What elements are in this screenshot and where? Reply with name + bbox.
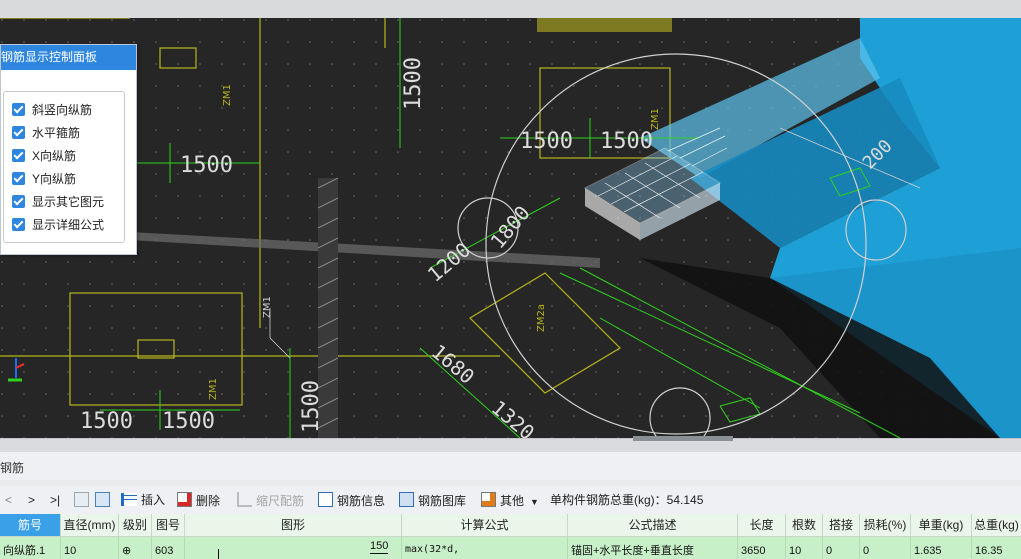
col-grade[interactable]: 级别 <box>119 514 152 537</box>
tag-zm1-a: ZM1 <box>222 84 233 106</box>
rebar-toolbar: < > >| 插入 删除 缩尺配筋 钢筋信息 钢筋图库 其他 ▼ 单构件钢筋总重(… <box>0 486 1021 514</box>
cell-diameter[interactable]: 10 <box>61 537 119 559</box>
col-diameter[interactable]: 直径(mm) <box>61 514 119 537</box>
col-length[interactable]: 长度 <box>738 514 786 537</box>
col-loss[interactable]: 损耗(%) <box>860 514 911 537</box>
insert-icon <box>121 493 137 506</box>
library-label: 钢筋图库 <box>418 494 467 508</box>
col-unit-weight[interactable]: 单重(kg) <box>911 514 972 537</box>
cell-grade[interactable]: ⊕ <box>119 537 152 559</box>
section-title: 钢筋 <box>0 461 25 475</box>
col-formula[interactable]: 计算公式 <box>402 514 568 537</box>
option-label: Y向纵筋 <box>32 172 77 186</box>
dim-1500-f: 1500 <box>401 57 426 110</box>
shape-tick <box>218 549 219 559</box>
cell-formula[interactable]: max(32*d, <box>402 537 568 559</box>
tag-zm1-c: ZM1 <box>208 378 219 400</box>
checkbox-icon[interactable] <box>12 195 25 208</box>
tag-zm2a: ZM2a <box>536 304 547 332</box>
settings-icon <box>481 492 496 507</box>
checkbox-icon[interactable] <box>12 218 25 231</box>
beam-top <box>537 18 672 32</box>
dim-1500-c: 1500 <box>162 409 215 434</box>
cell-rebar-no[interactable]: 向纵筋.1 <box>0 537 61 559</box>
arrow-up-icon <box>74 492 89 507</box>
cad-drawing[interactable]: 1500 1500 1500 1500 1500 1500 1500 1200 … <box>0 18 1021 438</box>
library-icon <box>399 492 414 507</box>
cell-unit-weight[interactable]: 1.635 <box>911 537 972 559</box>
shape-dimension: 150 <box>370 540 389 554</box>
move-up-button[interactable] <box>74 492 93 508</box>
cell-length[interactable]: 3650 <box>738 537 786 559</box>
option-label: 显示详细公式 <box>32 218 105 232</box>
cell-figure-no[interactable]: 603 <box>152 537 185 559</box>
cell-count[interactable]: 10 <box>786 537 823 559</box>
dim-1500-b: 1500 <box>80 409 133 434</box>
dim-1500-d: 1500 <box>520 129 573 154</box>
cell-total-weight[interactable]: 16.35 <box>972 537 1021 559</box>
option-other-elements[interactable]: 显示其它图元 <box>12 193 104 211</box>
delete-icon <box>177 492 192 507</box>
tag-zm1-d: ZM1 <box>262 296 273 318</box>
col-rebar-no[interactable]: 筋号 <box>0 514 61 537</box>
insert-label: 插入 <box>141 493 166 507</box>
cell-loss[interactable]: 0 <box>860 537 911 559</box>
col-lap[interactable]: 搭接 <box>823 514 860 537</box>
scale-rebar-button[interactable]: 缩尺配筋 <box>237 492 304 508</box>
rebar-display-panel: 钢筋显示控制面板 斜竖向纵筋 水平箍筋 X向纵筋 Y向纵筋 显示其它图元 显示详… <box>0 44 137 255</box>
document-icon <box>318 492 333 507</box>
other-menu-button[interactable]: 其他 ▼ <box>481 492 539 508</box>
cell-shape[interactable]: 150 <box>185 537 402 559</box>
arrow-down-icon <box>95 492 110 507</box>
delete-label: 删除 <box>196 494 221 508</box>
option-y-rebar[interactable]: Y向纵筋 <box>12 170 76 188</box>
insert-button[interactable]: 插入 <box>121 492 165 508</box>
rebar-info-button[interactable]: 钢筋信息 <box>318 492 385 508</box>
col-shape[interactable]: 图形 <box>185 514 402 537</box>
nav-prev-button[interactable]: < <box>5 492 12 508</box>
tag-zm1-b: ZM1 <box>650 108 661 130</box>
scale-label: 缩尺配筋 <box>256 494 305 508</box>
move-down-button[interactable] <box>95 492 114 508</box>
col-count[interactable]: 根数 <box>786 514 823 537</box>
options-box: 斜竖向纵筋 水平箍筋 X向纵筋 Y向纵筋 显示其它图元 显示详细公式 <box>3 91 125 243</box>
horizontal-scrollbar[interactable] <box>633 436 733 441</box>
cad-viewport[interactable]: 1500 1500 1500 1500 1500 1500 1500 1200 … <box>0 18 1021 438</box>
total-weight-text: 单构件钢筋总重(kg)：54.145 <box>550 493 704 507</box>
option-slanted-rebar[interactable]: 斜竖向纵筋 <box>12 101 92 119</box>
option-label: 显示其它图元 <box>32 195 105 209</box>
option-label: 斜竖向纵筋 <box>32 103 93 117</box>
option-x-rebar[interactable]: X向纵筋 <box>12 147 76 165</box>
table-row[interactable]: 向纵筋.1 10 ⊕ 603 150 max(32*d, 锚固+水平长度+垂直长… <box>0 537 1021 559</box>
option-label: X向纵筋 <box>32 149 77 163</box>
option-label: 水平箍筋 <box>32 126 81 140</box>
rebar-library-button[interactable]: 钢筋图库 <box>399 492 466 508</box>
nav-next-button[interactable]: > <box>28 492 35 508</box>
checkbox-icon[interactable] <box>12 103 25 116</box>
option-detail-formula[interactable]: 显示详细公式 <box>12 216 104 234</box>
checkbox-icon[interactable] <box>12 126 25 139</box>
cell-lap[interactable]: 0 <box>823 537 860 559</box>
info-label: 钢筋信息 <box>337 494 386 508</box>
option-horizontal-stirrup[interactable]: 水平箍筋 <box>12 124 80 142</box>
col-figure-no[interactable]: 图号 <box>152 514 185 537</box>
nav-last-button[interactable]: >| <box>50 492 60 508</box>
col-total-weight[interactable]: 总重(kg) <box>972 514 1021 537</box>
ruler-icon <box>237 492 252 507</box>
rebar-table: 筋号 直径(mm) 级别 图号 图形 计算公式 公式描述 长度 根数 搭接 损耗… <box>0 514 1021 559</box>
caret-down-icon: ▼ <box>530 497 539 507</box>
cell-formula-desc[interactable]: 锚固+水平长度+垂直长度 <box>568 537 738 559</box>
splitter[interactable] <box>0 438 1021 453</box>
delete-button[interactable]: 删除 <box>177 492 220 508</box>
dim-1500-g: 1500 <box>299 380 324 433</box>
checkbox-icon[interactable] <box>12 172 25 185</box>
dim-1500-e: 1500 <box>600 129 653 154</box>
dim-1500-a: 1500 <box>180 153 233 178</box>
top-strip <box>0 0 1021 19</box>
col-formula-desc[interactable]: 公式描述 <box>568 514 738 537</box>
panel-title: 钢筋显示控制面板 <box>1 45 136 70</box>
other-label: 其他 <box>500 494 525 508</box>
checkbox-icon[interactable] <box>12 149 25 162</box>
rebar-section-header: 钢筋 <box>0 452 1021 480</box>
